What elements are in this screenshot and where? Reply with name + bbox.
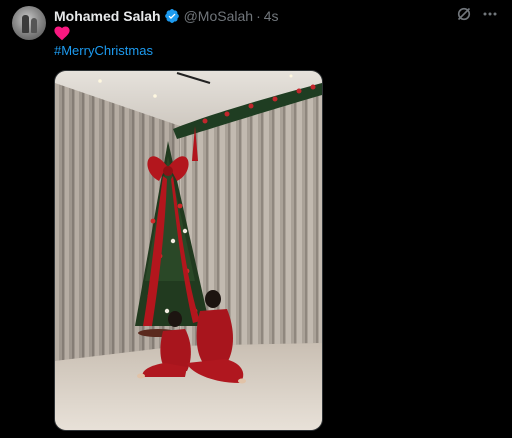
- avatar-figure: [22, 15, 29, 33]
- tweet-header: Mohamed Salah @MoSalah · 4s: [54, 7, 279, 25]
- photo-scene: [55, 71, 322, 430]
- timestamp[interactable]: 4s: [264, 8, 279, 24]
- avatar-figure: [31, 18, 37, 33]
- verified-badge-icon: [164, 8, 180, 24]
- tweet-actions: [456, 6, 498, 22]
- hashtag-link[interactable]: #MerryChristmas: [54, 43, 153, 58]
- tweet-photo[interactable]: [54, 70, 323, 431]
- grok-icon[interactable]: [456, 6, 472, 22]
- more-icon[interactable]: [482, 6, 498, 22]
- avatar[interactable]: [12, 6, 46, 40]
- author-handle[interactable]: @MoSalah: [184, 8, 253, 24]
- tweet: Mohamed Salah @MoSalah · 4s #MerryChrist…: [0, 0, 512, 438]
- heart-emoji-icon: [54, 26, 70, 41]
- author-name[interactable]: Mohamed Salah: [54, 8, 161, 24]
- separator-dot: ·: [256, 8, 261, 24]
